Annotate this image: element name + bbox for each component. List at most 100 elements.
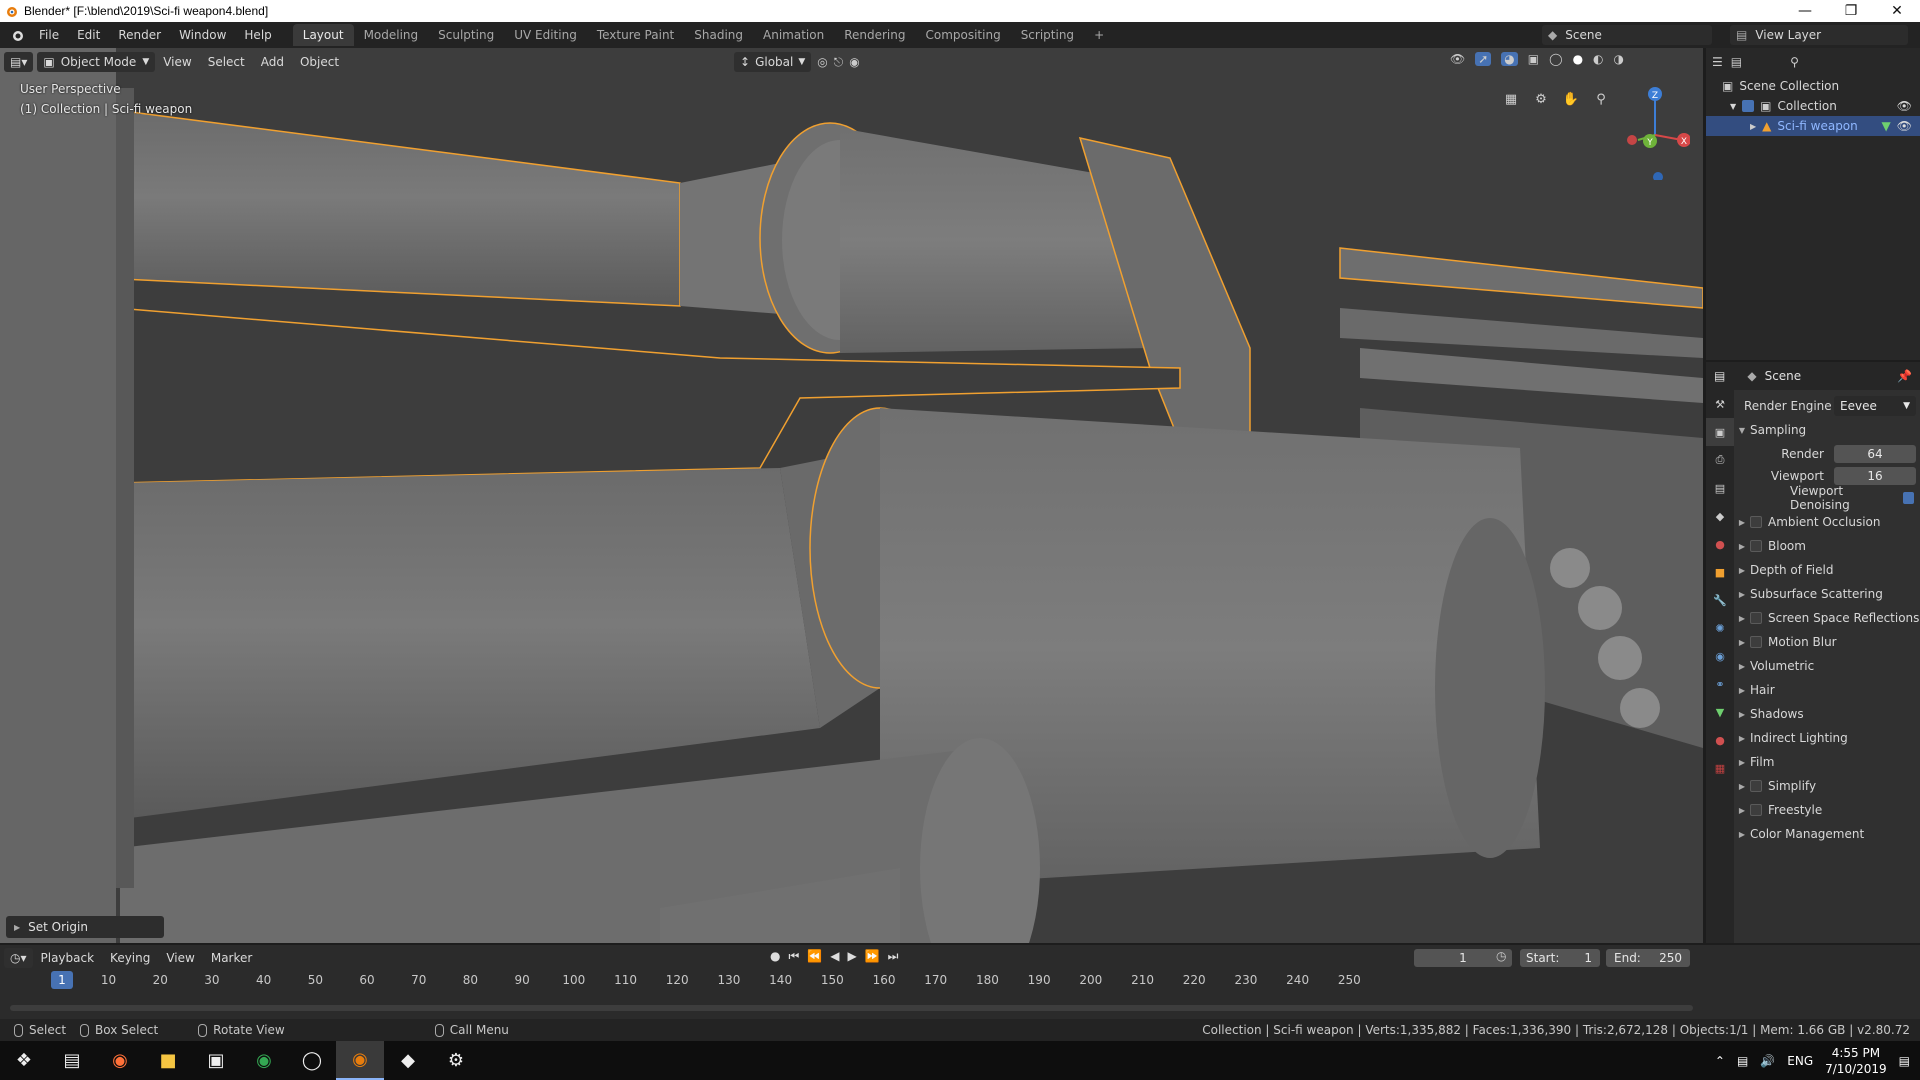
tab-texture-paint[interactable]: Texture Paint bbox=[587, 24, 684, 46]
add-workspace-icon[interactable]: + bbox=[1084, 24, 1114, 46]
solid-shading-icon[interactable]: ● bbox=[1573, 52, 1583, 66]
object-tab-icon[interactable]: ■ bbox=[1706, 558, 1734, 586]
proportional-edit-icon[interactable]: ◉ bbox=[849, 55, 859, 69]
panel-enable-checkbox[interactable] bbox=[1750, 636, 1762, 648]
pan-hand-icon[interactable]: ✋ bbox=[1560, 88, 1582, 110]
modifier-tab-icon[interactable]: 🔧 bbox=[1706, 586, 1734, 614]
viewport-denoising-row[interactable]: Viewport Denoising bbox=[1734, 484, 1920, 512]
panel-header-screen-space-reflections[interactable]: ▶ Screen Space Reflections bbox=[1734, 606, 1920, 630]
properties-editor-icon[interactable]: ▤ bbox=[1714, 369, 1725, 383]
rendered-shading-icon[interactable]: ◑ bbox=[1614, 52, 1624, 66]
file-explorer-icon[interactable]: ■ bbox=[144, 1041, 192, 1080]
material-tab-icon[interactable]: ● bbox=[1706, 726, 1734, 754]
viewport-menu-select[interactable]: Select bbox=[200, 55, 253, 69]
scene-selector[interactable]: ◆ Scene bbox=[1542, 25, 1712, 45]
texture-tab-icon[interactable]: ▦ bbox=[1706, 754, 1734, 782]
tab-uv-editing[interactable]: UV Editing bbox=[504, 24, 587, 46]
display-mode-icon[interactable]: ▤ bbox=[1731, 55, 1742, 69]
menu-render[interactable]: Render bbox=[109, 28, 170, 42]
menu-help[interactable]: Help bbox=[235, 28, 280, 42]
camera-view-icon[interactable]: ⚙ bbox=[1530, 88, 1552, 110]
app-icon[interactable]: ⚙ bbox=[432, 1041, 480, 1080]
blender-menu-icon[interactable] bbox=[10, 28, 24, 42]
tab-animation[interactable]: Animation bbox=[753, 24, 834, 46]
task-view-icon[interactable]: ▤ bbox=[48, 1041, 96, 1080]
tab-modeling[interactable]: Modeling bbox=[354, 24, 429, 46]
timeline-menu-view[interactable]: View bbox=[158, 951, 202, 965]
tab-layout[interactable]: Layout bbox=[292, 24, 354, 46]
unity-icon[interactable]: ◆ bbox=[384, 1041, 432, 1080]
scene-tab-icon[interactable]: ◆ bbox=[1706, 502, 1734, 530]
navigation-gizmo[interactable]: Z X Y bbox=[1620, 80, 1690, 180]
panel-header-volumetric[interactable]: ▶ Volumetric bbox=[1734, 654, 1920, 678]
windows-start-icon[interactable]: ❖ bbox=[0, 1041, 48, 1080]
timeline-menu-playback[interactable]: Playback bbox=[33, 951, 103, 965]
prev-keyframe-icon[interactable]: ⏪ bbox=[807, 949, 822, 964]
start-frame-field[interactable]: Start: 1 bbox=[1520, 949, 1600, 967]
timeline-editor-type-button[interactable]: ◷▾ bbox=[4, 948, 33, 968]
outliner-collection-row[interactable]: ▼ ▣ Collection 👁 bbox=[1706, 96, 1920, 116]
panel-header-color-management[interactable]: ▶ Color Management bbox=[1734, 822, 1920, 846]
eye-icon[interactable]: 👁 bbox=[1897, 119, 1912, 133]
expand-icon[interactable]: ▼ bbox=[1730, 102, 1736, 111]
record-icon[interactable]: ● bbox=[770, 949, 780, 964]
output-tab-icon[interactable]: ⎙ bbox=[1706, 446, 1734, 474]
tool-tab-icon[interactable]: ⚒ bbox=[1706, 390, 1734, 418]
world-tab-icon[interactable]: ● bbox=[1706, 530, 1734, 558]
neg-z-handle[interactable] bbox=[1653, 172, 1663, 180]
menu-file[interactable]: File bbox=[30, 28, 68, 42]
unreal-engine-icon[interactable]: ◯ bbox=[288, 1041, 336, 1080]
panel-header-shadows[interactable]: ▶ Shadows bbox=[1734, 702, 1920, 726]
chevron-up-icon[interactable]: ⌃ bbox=[1715, 1054, 1725, 1068]
jump-start-icon[interactable]: ⏮ bbox=[788, 949, 799, 964]
gizmo-toggle-icon[interactable]: ➚ bbox=[1475, 52, 1492, 66]
viewport-menu-object[interactable]: Object bbox=[292, 55, 347, 69]
view-layer-tab-icon[interactable]: ▤ bbox=[1706, 474, 1734, 502]
tab-sculpting[interactable]: Sculpting bbox=[428, 24, 504, 46]
panel-header-bloom[interactable]: ▶ Bloom bbox=[1734, 534, 1920, 558]
search-icon[interactable]: ⚲ bbox=[1790, 55, 1799, 69]
last-operator-panel[interactable]: ▶ Set Origin bbox=[6, 916, 164, 938]
xray-icon[interactable]: ▣ bbox=[1528, 52, 1539, 66]
panel-enable-checkbox[interactable] bbox=[1750, 540, 1762, 552]
language-indicator[interactable]: ENG bbox=[1787, 1054, 1813, 1068]
render-samples-field[interactable]: 64 bbox=[1834, 445, 1916, 463]
sampling-panel-header[interactable]: ▼ Sampling bbox=[1734, 418, 1920, 442]
3d-viewport[interactable]: ▤▾ ▣ Object Mode ▼ View Select Add Objec… bbox=[0, 48, 1703, 943]
viewport-menu-add[interactable]: Add bbox=[253, 55, 292, 69]
store-icon[interactable]: ▣ bbox=[192, 1041, 240, 1080]
data-tab-icon[interactable]: ▼ bbox=[1706, 698, 1734, 726]
timeline-scrollbar[interactable] bbox=[10, 1005, 1693, 1011]
clock-icon[interactable]: ◷ bbox=[1496, 949, 1506, 963]
timeline-menu-marker[interactable]: Marker bbox=[203, 951, 260, 965]
panel-enable-checkbox[interactable] bbox=[1750, 780, 1762, 792]
chrome-icon[interactable]: ◉ bbox=[240, 1041, 288, 1080]
collection-checkbox[interactable] bbox=[1742, 100, 1755, 112]
mode-selector[interactable]: ▣ Object Mode ▼ bbox=[37, 52, 156, 72]
tab-rendering[interactable]: Rendering bbox=[834, 24, 915, 46]
particles-tab-icon[interactable]: ✺ bbox=[1706, 614, 1734, 642]
outliner-scene-collection[interactable]: ▣ Scene Collection bbox=[1706, 76, 1920, 96]
volume-icon[interactable]: 🔊 bbox=[1760, 1054, 1775, 1068]
play-icon[interactable]: ▶ bbox=[847, 949, 856, 964]
render-tab-icon[interactable]: ▣ bbox=[1706, 418, 1734, 446]
render-engine-dropdown[interactable]: Eevee ▼ bbox=[1834, 396, 1916, 416]
panel-header-freestyle[interactable]: ▶ Freestyle bbox=[1734, 798, 1920, 822]
neg-x-handle[interactable] bbox=[1627, 135, 1637, 145]
minimize-button[interactable]: — bbox=[1782, 0, 1828, 22]
physics-tab-icon[interactable]: ◉ bbox=[1706, 642, 1734, 670]
snap-icon[interactable]: ⎋ bbox=[834, 55, 844, 70]
panel-enable-checkbox[interactable] bbox=[1750, 516, 1762, 528]
panel-header-ambient-occlusion[interactable]: ▶ Ambient Occlusion bbox=[1734, 510, 1920, 534]
panel-header-film[interactable]: ▶ Film bbox=[1734, 750, 1920, 774]
panel-enable-checkbox[interactable] bbox=[1750, 612, 1762, 624]
tab-compositing[interactable]: Compositing bbox=[915, 24, 1010, 46]
close-window-button[interactable]: ✕ bbox=[1874, 0, 1920, 22]
panel-header-motion-blur[interactable]: ▶ Motion Blur bbox=[1734, 630, 1920, 654]
grid-view-icon[interactable]: ▦ bbox=[1500, 88, 1522, 110]
firefox-icon[interactable]: ◉ bbox=[96, 1041, 144, 1080]
outliner-object-row[interactable]: ▶ ▲ Sci-fi weapon ▼ 👁 bbox=[1706, 116, 1920, 136]
blender-taskbar-icon[interactable]: ◉ bbox=[336, 1041, 384, 1080]
network-icon[interactable]: ▤ bbox=[1737, 1054, 1748, 1068]
overlay-toggle-icon[interactable]: ◕ bbox=[1501, 52, 1518, 66]
